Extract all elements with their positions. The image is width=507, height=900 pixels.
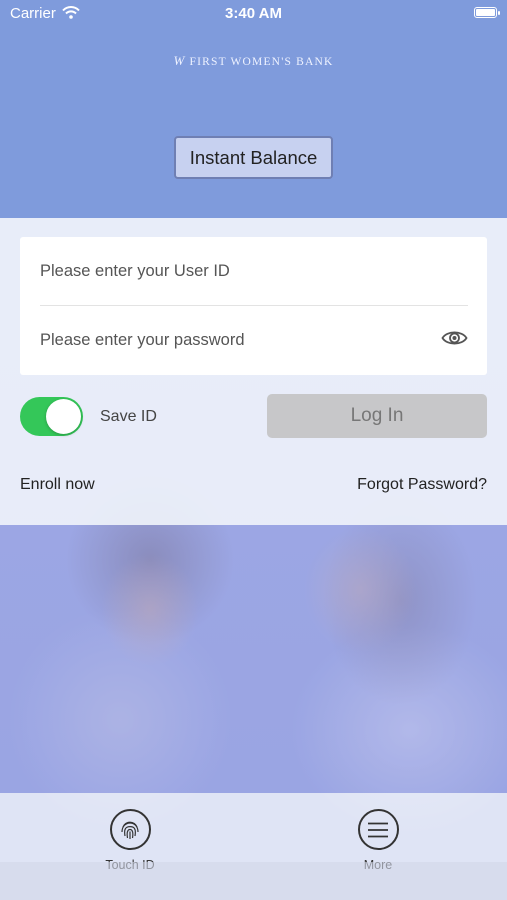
user-id-field[interactable]: Please enter your User ID: [40, 237, 468, 306]
clock: 3:40 AM: [225, 5, 282, 22]
bank-logo: W FIRST WOMEN'S BANK: [0, 53, 507, 69]
instant-balance-button[interactable]: Instant Balance: [174, 136, 333, 179]
password-field[interactable]: Please enter your password: [40, 306, 468, 374]
toggle-knob: [46, 399, 81, 434]
logo-mark: W: [173, 53, 186, 68]
login-card: Please enter your User ID Please enter y…: [20, 237, 487, 375]
home-indicator-area: [0, 862, 507, 900]
forgot-password-link[interactable]: Forgot Password?: [357, 476, 487, 494]
login-button[interactable]: Log In: [267, 394, 487, 438]
battery-icon: [474, 7, 500, 18]
menu-icon: [357, 809, 399, 850]
fingerprint-icon: [109, 809, 151, 850]
password-placeholder: Please enter your password: [40, 330, 245, 349]
save-id-toggle[interactable]: [20, 397, 83, 436]
photo-tint: [0, 525, 507, 793]
bank-name: FIRST WOMEN'S BANK: [189, 56, 334, 68]
status-bar: Carrier 3:40 AM: [0, 0, 507, 26]
save-id-label: Save ID: [100, 408, 157, 425]
header-band: [0, 0, 507, 218]
eye-icon[interactable]: [441, 328, 468, 353]
enroll-link[interactable]: Enroll now: [20, 476, 95, 494]
